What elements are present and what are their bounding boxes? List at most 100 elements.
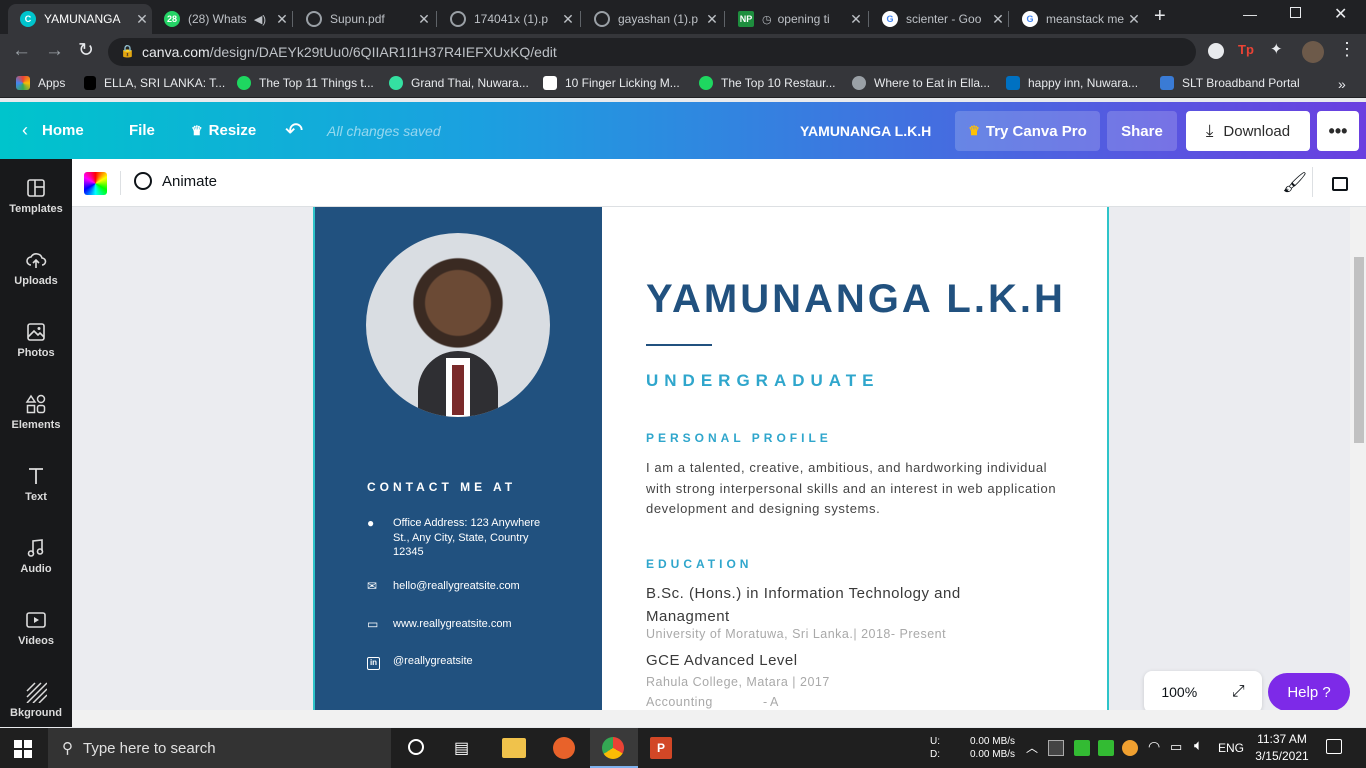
fullscreen-icon[interactable]: ⤢: [1232, 683, 1245, 701]
horizontal-scrollbar[interactable]: [72, 710, 1366, 727]
resume-page[interactable]: CONTACT ME AT ● Office Address: 123 Anyw…: [313, 207, 1109, 710]
zoom-control[interactable]: 100% ⤢: [1144, 671, 1262, 710]
contact-linkedin[interactable]: in @reallygreatsite: [367, 654, 473, 670]
task-view-icon[interactable]: ▤: [454, 738, 469, 758]
window-close-icon[interactable]: ✕: [1334, 4, 1347, 24]
sidebar-item-photos[interactable]: Photos: [0, 321, 72, 359]
back-arrow-icon[interactable]: ←: [12, 40, 31, 62]
education-degree[interactable]: GCE Advanced Level: [646, 652, 798, 669]
minimize-icon[interactable]: —: [1243, 6, 1257, 22]
bookmark-where-to-eat[interactable]: Where to Eat in Ella...: [852, 76, 990, 90]
lock-icon[interactable]: [1332, 177, 1348, 191]
paint-roller-icon[interactable]: 🖌: [1282, 170, 1307, 195]
clock[interactable]: 11:37 AM 3/15/2021: [1252, 731, 1312, 765]
tray-app-icon[interactable]: [1048, 740, 1064, 756]
sidebar-item-elements[interactable]: Elements: [0, 393, 72, 431]
close-icon[interactable]: ✕: [1124, 11, 1144, 28]
bookmark-grand-thai[interactable]: Grand Thai, Nuwara...: [389, 76, 529, 90]
forward-arrow-icon[interactable]: →: [45, 40, 64, 62]
speaker-icon[interactable]: ◀): [254, 13, 266, 26]
sidebar-item-templates[interactable]: Templates: [0, 177, 72, 215]
language-indicator[interactable]: ENG: [1218, 741, 1244, 755]
help-button[interactable]: Help ?: [1268, 673, 1350, 710]
contact-address[interactable]: ● Office Address: 123 Anywhere St., Any …: [367, 516, 557, 560]
chrome-taskbar-button[interactable]: [590, 728, 638, 768]
reload-icon[interactable]: ↻: [78, 39, 94, 62]
share-button[interactable]: Share: [1107, 111, 1177, 151]
puzzle-icon[interactable]: ✦: [1270, 40, 1283, 58]
contact-email[interactable]: ✉ hello@reallygreatsite.com: [367, 579, 520, 594]
home-button[interactable]: ‹ Home: [22, 102, 84, 159]
menu-dots-icon[interactable]: ⋮: [1338, 39, 1356, 60]
tray-app-icon[interactable]: [1098, 740, 1114, 756]
close-icon[interactable]: ✕: [272, 11, 292, 28]
bookmark-top11[interactable]: The Top 11 Things t...: [237, 76, 374, 90]
new-tab-icon[interactable]: +: [1154, 5, 1166, 28]
resume-name[interactable]: YAMUNANGA L.K.H: [646, 277, 1066, 322]
powerpoint-icon[interactable]: P: [650, 737, 672, 759]
tp-extension-icon[interactable]: Tp: [1238, 42, 1254, 57]
close-icon[interactable]: ✕: [846, 11, 866, 28]
close-icon[interactable]: ✕: [558, 11, 578, 28]
more-bookmarks-icon[interactable]: »: [1338, 76, 1346, 92]
volume-icon[interactable]: 🔈︎: [1194, 737, 1203, 754]
bookmark-apps[interactable]: Apps: [16, 76, 65, 90]
education-heading[interactable]: EDUCATION: [646, 557, 752, 571]
tray-chevron-icon[interactable]: ︿: [1026, 739, 1038, 756]
profile-text[interactable]: I am a talented, creative, ambitious, an…: [646, 458, 1061, 520]
education-degree[interactable]: B.Sc. (Hons.) in Information Technology …: [646, 582, 1006, 628]
undo-icon[interactable]: ↶: [285, 102, 303, 159]
close-icon[interactable]: ✕: [702, 11, 722, 28]
sidebar-item-videos[interactable]: Videos: [0, 609, 72, 647]
taskbar-search[interactable]: ⚲ Type here to search: [48, 728, 391, 768]
battery-icon[interactable]: ▭: [1170, 739, 1182, 755]
sidebar-item-uploads[interactable]: Uploads: [0, 249, 72, 287]
tray-app-icon[interactable]: [1122, 740, 1138, 756]
document-title[interactable]: YAMUNANGA L.K.H: [800, 102, 931, 159]
windows-start-icon[interactable]: [14, 740, 32, 758]
tab-canva[interactable]: C YAMUNANGA ✕: [8, 4, 152, 34]
address-bar[interactable]: 🔒 canva.com/design/DAEYk29tUu0/6QIIAR1I1…: [108, 38, 1196, 66]
close-icon[interactable]: ✕: [988, 11, 1008, 28]
more-options-icon[interactable]: •••: [1317, 111, 1359, 151]
tab-scienter-google[interactable]: G scienter - Goo ✕: [870, 4, 1008, 34]
color-picker-icon[interactable]: [84, 172, 107, 195]
tab-supun-pdf[interactable]: Supun.pdf ✕: [294, 4, 434, 34]
profile-photo[interactable]: [366, 233, 550, 417]
restore-icon[interactable]: [1290, 7, 1301, 18]
resume-subtitle[interactable]: UNDERGRADUATE: [646, 371, 880, 391]
subject-grade[interactable]: - A: [763, 695, 778, 709]
tab-meanstack-google[interactable]: G meanstack me ✕: [1010, 4, 1144, 34]
resize-button[interactable]: ♛ Resize: [191, 102, 256, 159]
animate-button[interactable]: Animate: [134, 172, 217, 190]
sidebar-item-text[interactable]: Text: [0, 465, 72, 503]
contact-website[interactable]: ▭ www.reallygreatsite.com: [367, 617, 512, 632]
tab-174041x-pdf[interactable]: 174041x (1).p ✕: [438, 4, 578, 34]
bookmark-top10[interactable]: The Top 10 Restaur...: [699, 76, 836, 90]
download-button[interactable]: ⤓ Download: [1186, 111, 1310, 151]
try-canva-pro-button[interactable]: ♛ Try Canva Pro: [955, 111, 1100, 151]
bookmark-10-finger[interactable]: 10 Finger Licking M...: [543, 76, 680, 90]
extension-icon[interactable]: [1208, 43, 1224, 59]
vertical-scrollbar[interactable]: [1350, 207, 1366, 710]
app-icon[interactable]: [553, 737, 575, 759]
profile-heading[interactable]: PERSONAL PROFILE: [646, 431, 832, 445]
education-detail[interactable]: University of Moratuwa, Sri Lanka.| 2018…: [646, 627, 946, 641]
subject-name[interactable]: Accounting: [646, 695, 713, 709]
education-detail[interactable]: Rahula College, Matara | 2017: [646, 675, 830, 689]
tab-gayashan-pdf[interactable]: gayashan (1).p ✕: [582, 4, 722, 34]
tab-whatsapp[interactable]: 28 (28) Whats ◀) ✕: [152, 4, 292, 34]
scrollbar-thumb[interactable]: [1354, 257, 1364, 443]
wifi-icon[interactable]: ◠: [1148, 738, 1160, 755]
tray-app-icon[interactable]: [1074, 740, 1090, 756]
notification-center-icon[interactable]: [1326, 739, 1342, 754]
bookmark-happy-inn[interactable]: happy inn, Nuwara...: [1006, 76, 1138, 90]
profile-avatar[interactable]: [1302, 41, 1324, 63]
close-icon[interactable]: ✕: [414, 11, 434, 28]
tab-opening-times[interactable]: NP ◷ opening ti ✕: [726, 4, 866, 34]
bookmark-slt[interactable]: SLT Broadband Portal: [1160, 76, 1300, 90]
file-menu-button[interactable]: File: [129, 102, 155, 159]
cortana-icon[interactable]: [408, 739, 424, 755]
sidebar-item-background[interactable]: Bkground: [0, 681, 72, 719]
file-explorer-icon[interactable]: [502, 738, 526, 758]
